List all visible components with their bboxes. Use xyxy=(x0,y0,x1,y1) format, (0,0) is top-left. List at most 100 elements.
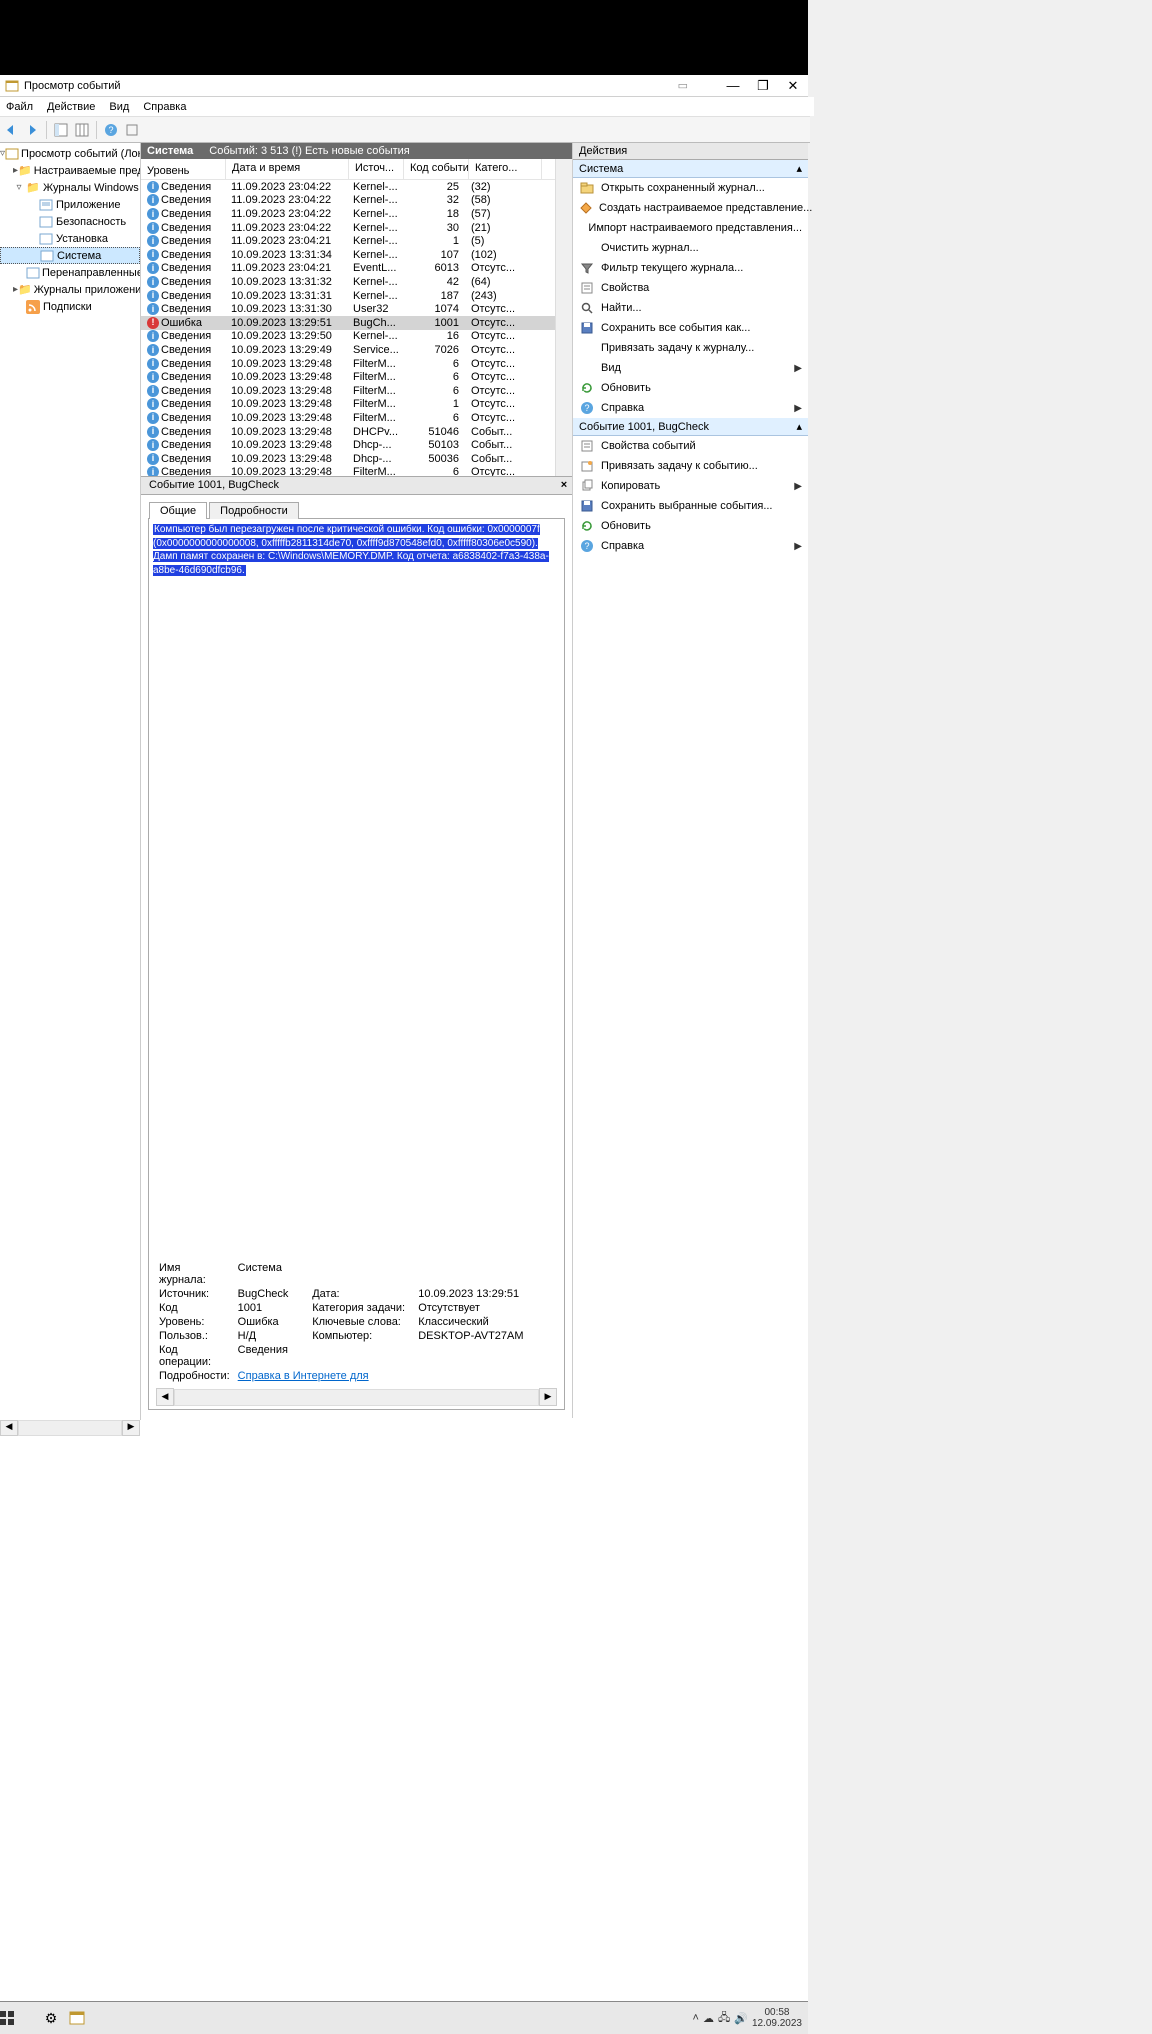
action-item[interactable]: Вид▶ xyxy=(573,358,808,378)
prop-value: Ошибка xyxy=(234,1315,309,1329)
scroll-right-icon[interactable]: ▶ xyxy=(539,1388,557,1406)
event-row[interactable]: iСведения10.09.2023 13:31:32Kernel-...42… xyxy=(141,275,555,289)
scroll-track[interactable] xyxy=(18,1420,122,1436)
action-item[interactable]: Привязать задачу к событию... xyxy=(573,456,808,476)
prop-value: Классический xyxy=(414,1315,558,1329)
action-item[interactable]: Обновить xyxy=(573,516,808,536)
menu-action[interactable]: Действие xyxy=(47,101,95,113)
event-row[interactable]: iСведения10.09.2023 13:29:48FilterM...6О… xyxy=(141,370,555,384)
action-item[interactable]: Привязать задачу к журналу... xyxy=(573,338,808,358)
action-label: Сохранить все события как... xyxy=(601,322,750,334)
taskbar-eventviewer-icon[interactable] xyxy=(68,2009,102,2027)
event-row[interactable]: iСведения10.09.2023 13:29:48FilterM...6О… xyxy=(141,357,555,371)
menu-view[interactable]: Вид xyxy=(109,101,129,113)
tree-custom-views[interactable]: ▸📁Настраиваемые предста xyxy=(0,162,140,179)
action-item[interactable]: Свойства событий xyxy=(573,436,808,456)
event-row[interactable]: iСведения11.09.2023 23:04:22Kernel-...30… xyxy=(141,221,555,235)
event-row[interactable]: !Ошибка10.09.2023 13:29:51BugCh...1001От… xyxy=(141,316,555,330)
action-item[interactable]: Открыть сохраненный журнал... xyxy=(573,178,808,198)
event-row[interactable]: iСведения10.09.2023 13:31:31Kernel-...18… xyxy=(141,289,555,303)
col-category[interactable]: Катего... xyxy=(469,159,542,179)
back-icon[interactable] xyxy=(2,121,20,139)
collapse-icon[interactable]: ▴ xyxy=(796,420,802,433)
tree-windows-logs[interactable]: ▿📁Журналы Windows xyxy=(0,179,140,196)
toolbar-extra-icon[interactable] xyxy=(123,121,141,139)
start-button[interactable] xyxy=(0,2011,34,2026)
action-item[interactable]: Обновить xyxy=(573,378,808,398)
scroll-left-icon[interactable]: ◀ xyxy=(0,1420,18,1436)
scroll-left-icon[interactable]: ◀ xyxy=(156,1388,174,1406)
event-row[interactable]: iСведения10.09.2023 13:29:48DHCPv...5104… xyxy=(141,425,555,439)
help-toolbar-icon[interactable]: ? xyxy=(102,121,120,139)
event-row[interactable]: iСведения11.09.2023 23:04:21EventL...601… xyxy=(141,262,555,276)
event-row[interactable]: iСведения11.09.2023 23:04:22Kernel-...18… xyxy=(141,207,555,221)
scroll-right-icon[interactable]: ▶ xyxy=(122,1420,140,1436)
col-level[interactable]: Уровень xyxy=(141,159,226,179)
event-row[interactable]: iСведения10.09.2023 13:31:34Kernel-...10… xyxy=(141,248,555,262)
tray-chevron-icon[interactable]: ˄ xyxy=(693,2012,699,2024)
tree-item-forwarded[interactable]: Перенаправленные соб xyxy=(0,264,140,281)
event-row[interactable]: iСведения10.09.2023 13:31:30User321074От… xyxy=(141,302,555,316)
action-item[interactable]: Найти... xyxy=(573,298,808,318)
action-item[interactable]: ?Справка▶ xyxy=(573,398,808,418)
action-item[interactable]: Импорт настраиваемого представления... xyxy=(573,218,808,238)
tree-subscriptions[interactable]: Подписки xyxy=(0,298,140,315)
show-tree-icon[interactable] xyxy=(52,121,70,139)
tree-app-services[interactable]: ▸📁Журналы приложений и сл xyxy=(0,281,140,298)
taskbar: ⚙ ˄ ☁ 🖧 🔊 00:5812.09.2023 xyxy=(0,2001,808,2034)
col-code[interactable]: Код события xyxy=(404,159,469,179)
minimize-button[interactable]: — xyxy=(718,78,748,93)
scroll-track[interactable] xyxy=(174,1389,539,1406)
chevron-down-icon[interactable]: ▿ xyxy=(13,182,25,193)
action-item[interactable]: Создать настраиваемое представление... xyxy=(573,198,808,218)
action-item[interactable]: Сохранить все события как... xyxy=(573,318,808,338)
action-label: Привязать задачу к событию... xyxy=(601,460,758,472)
taskbar-settings-icon[interactable]: ⚙ xyxy=(34,2010,68,2027)
grid-scrollbar[interactable] xyxy=(555,159,572,476)
event-row[interactable]: iСведения10.09.2023 13:29:49Service...70… xyxy=(141,343,555,357)
event-row[interactable]: iСведения11.09.2023 23:04:22Kernel-...32… xyxy=(141,194,555,208)
detail-close-button[interactable]: × xyxy=(556,479,572,491)
forward-icon[interactable] xyxy=(23,121,41,139)
action-item[interactable]: Очистить журнал... xyxy=(573,238,808,258)
event-row[interactable]: iСведения10.09.2023 13:29:50Kernel-...16… xyxy=(141,330,555,344)
action-item[interactable]: Копировать▶ xyxy=(573,476,808,496)
tree-item-application[interactable]: Приложение xyxy=(0,196,140,213)
collapse-icon[interactable]: ▴ xyxy=(796,162,802,175)
category-text: (64) xyxy=(465,276,537,288)
event-description[interactable]: Компьютер был перезагружен после критиче… xyxy=(153,523,560,1253)
event-row[interactable]: iСведения10.09.2023 13:29:48FilterM...1О… xyxy=(141,398,555,412)
code-text: 16 xyxy=(401,330,465,342)
event-row[interactable]: iСведения10.09.2023 13:29:48FilterM...6О… xyxy=(141,384,555,398)
tree-item-security[interactable]: Безопасность xyxy=(0,213,140,230)
action-item[interactable]: Фильтр текущего журнала... xyxy=(573,258,808,278)
network-icon[interactable]: 🖧 xyxy=(718,2009,730,2028)
detail-hscroll[interactable]: ◀▶ xyxy=(156,1389,557,1405)
action-item[interactable]: Сохранить выбранные события... xyxy=(573,496,808,516)
tab-general[interactable]: Общие xyxy=(149,502,207,519)
tree-item-setup[interactable]: Установка xyxy=(0,230,140,247)
info-icon: i xyxy=(147,358,159,370)
event-row[interactable]: iСведения10.09.2023 13:29:48FilterM...6О… xyxy=(141,466,555,476)
tree-root[interactable]: ▿Просмотр событий (Локальны xyxy=(0,145,140,162)
category-text: (243) xyxy=(465,290,537,302)
event-row[interactable]: iСведения10.09.2023 13:29:48Dhcp-...5010… xyxy=(141,438,555,452)
menu-help[interactable]: Справка xyxy=(143,101,186,113)
col-source[interactable]: Источ... xyxy=(349,159,404,179)
event-row[interactable]: iСведения11.09.2023 23:04:22Kernel-...25… xyxy=(141,180,555,194)
taskbar-clock[interactable]: 00:5812.09.2023 xyxy=(752,2007,802,2029)
tree-item-system[interactable]: Система xyxy=(0,247,140,264)
close-button[interactable]: ✕ xyxy=(778,78,808,94)
event-row[interactable]: iСведения10.09.2023 13:29:48FilterM...6О… xyxy=(141,411,555,425)
event-row[interactable]: iСведения10.09.2023 13:29:48Dhcp-...5003… xyxy=(141,452,555,466)
maximize-button[interactable]: ❐ xyxy=(748,78,778,94)
action-item[interactable]: Свойства xyxy=(573,278,808,298)
col-datetime[interactable]: Дата и время xyxy=(226,159,349,179)
tab-details[interactable]: Подробности xyxy=(209,502,299,519)
clock-time: 00:58 xyxy=(752,2007,802,2018)
online-help-link[interactable]: Справка в Интернете для xyxy=(238,1370,369,1382)
menu-file[interactable]: Файл xyxy=(6,101,33,113)
columns-icon[interactable] xyxy=(73,121,91,139)
action-item[interactable]: ?Справка▶ xyxy=(573,536,808,556)
event-row[interactable]: iСведения11.09.2023 23:04:21Kernel-...1(… xyxy=(141,234,555,248)
